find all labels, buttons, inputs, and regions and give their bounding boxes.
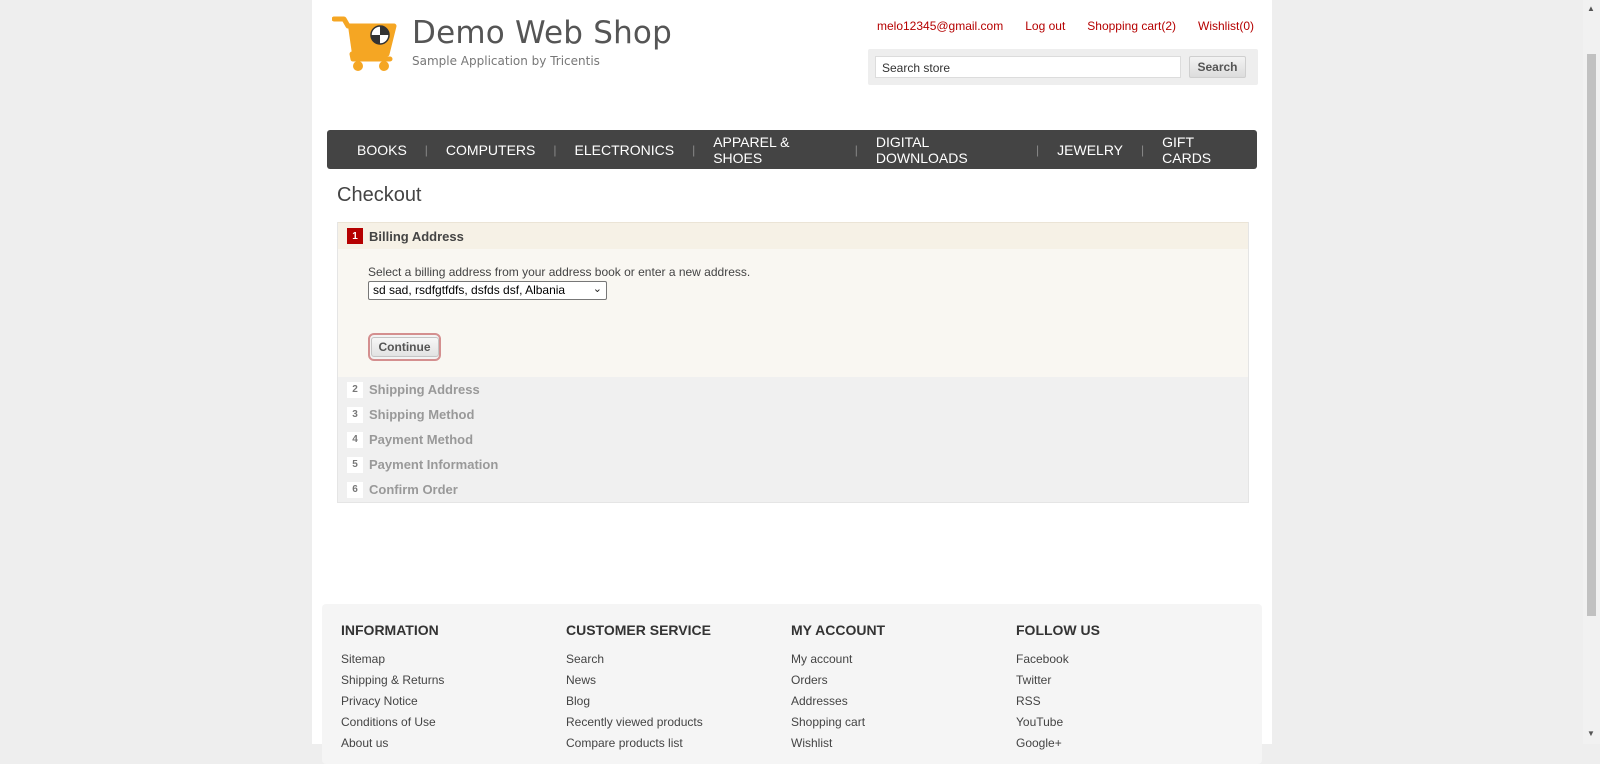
nav-separator: |: [553, 142, 557, 157]
footer-column-title: FOLLOW US: [1016, 622, 1100, 638]
step-header: 2 Shipping Address: [338, 377, 1248, 402]
step-header: 3 Shipping Method: [338, 402, 1248, 427]
step-title: Payment Information: [369, 457, 499, 472]
footer-link-orders[interactable]: Orders: [791, 673, 885, 694]
billing-address-select[interactable]: sd sad, rsdfgtfdfs, dsfds dsf, Albania ⌄: [368, 281, 607, 300]
search-box: Search store Search: [868, 49, 1258, 85]
footer-column-follow-us: FOLLOW US Facebook Twitter RSS YouTube G…: [1016, 622, 1100, 757]
logo-subtitle: Sample Application by Tricentis: [412, 54, 600, 68]
scroll-down-arrow-icon[interactable]: ▼: [1587, 729, 1595, 738]
nav-item-digital-downloads[interactable]: DIGITAL DOWNLOADS: [862, 134, 1032, 166]
scroll-up-arrow-icon[interactable]: ▲: [1587, 4, 1595, 13]
step-header: 5 Payment Information: [338, 452, 1248, 477]
step-number: 6: [347, 481, 363, 498]
step-title: Billing Address: [369, 228, 464, 244]
footer-link-my-account[interactable]: My account: [791, 652, 885, 673]
wishlist-link[interactable]: Wishlist(0): [1198, 19, 1254, 33]
footer-link-shopping-cart[interactable]: Shopping cart: [791, 715, 885, 736]
footer-link-about-us[interactable]: About us: [341, 736, 444, 757]
footer-link-conditions-of-use[interactable]: Conditions of Use: [341, 715, 444, 736]
step-number: 2: [347, 381, 363, 398]
checkout-steps: 1 Billing Address Select a billing addre…: [337, 222, 1249, 503]
continue-button[interactable]: Continue: [368, 333, 441, 361]
nav-item-apparel-shoes[interactable]: APPAREL & SHOES: [699, 134, 851, 166]
step-title: Payment Method: [369, 432, 474, 447]
footer-column-title: MY ACCOUNT: [791, 622, 886, 638]
nav-item-books[interactable]: BOOKS: [343, 142, 421, 158]
footer-column-information: INFORMATION Sitemap Shipping & Returns P…: [341, 622, 444, 757]
nav-item-computers[interactable]: COMPUTERS: [432, 142, 549, 158]
nav-item-gift-cards[interactable]: GIFT CARDS: [1148, 134, 1257, 166]
step-payment-method: 4 Payment Method: [338, 427, 1248, 452]
footer-link-addresses[interactable]: Addresses: [791, 694, 885, 715]
logout-link[interactable]: Log out: [1025, 19, 1065, 33]
header-links: melo12345@gmail.com Log out Shopping car…: [877, 19, 1254, 33]
step-number: 1: [347, 228, 363, 244]
step-header: 6 Confirm Order: [338, 477, 1248, 502]
step-payment-information: 5 Payment Information: [338, 452, 1248, 477]
billing-address-panel: Select a billing address from your addre…: [338, 249, 1248, 377]
footer-column-my-account: MY ACCOUNT My account Orders Addresses S…: [791, 622, 885, 757]
step-number: 5: [347, 456, 363, 473]
footer-column-customer-service: CUSTOMER SERVICE Search News Blog Recent…: [566, 622, 711, 757]
footer-link-twitter[interactable]: Twitter: [1016, 673, 1100, 694]
footer-link-compare-products[interactable]: Compare products list: [566, 736, 711, 757]
step-billing-address: 1 Billing Address Select a billing addre…: [338, 222, 1248, 377]
page-title: Checkout: [337, 184, 422, 206]
footer-column-title: INFORMATION: [341, 622, 439, 638]
footer-link-sitemap[interactable]: Sitemap: [341, 652, 444, 673]
billing-hint: Select a billing address from your addre…: [368, 265, 751, 279]
step-number: 3: [347, 406, 363, 423]
site-logo[interactable]: Demo Web Shop Sample Application by Tric…: [332, 16, 672, 72]
continue-label: Continue: [370, 337, 439, 357]
footer-link-blog[interactable]: Blog: [566, 694, 711, 715]
footer-link-search[interactable]: Search: [566, 652, 711, 673]
nav-item-jewelry[interactable]: JEWELRY: [1043, 142, 1137, 158]
footer-link-news[interactable]: News: [566, 673, 711, 694]
nav-separator: |: [692, 142, 696, 157]
footer-link-wishlist[interactable]: Wishlist: [791, 736, 885, 757]
step-header[interactable]: 1 Billing Address: [338, 222, 1248, 249]
account-link[interactable]: melo12345@gmail.com: [877, 19, 1003, 33]
step-shipping-method: 3 Shipping Method: [338, 402, 1248, 427]
top-menu: BOOKS | COMPUTERS | ELECTRONICS | APPARE…: [327, 130, 1257, 169]
step-confirm-order: 6 Confirm Order: [338, 477, 1248, 502]
nav-separator: |: [424, 142, 428, 157]
step-title: Shipping Method: [369, 407, 475, 422]
page-container: Demo Web Shop Sample Application by Tric…: [312, 0, 1272, 764]
search-input[interactable]: Search store: [875, 56, 1181, 78]
search-button[interactable]: Search: [1189, 56, 1246, 78]
footer-link-rss[interactable]: RSS: [1016, 694, 1100, 715]
step-shipping-address: 2 Shipping Address: [338, 377, 1248, 402]
nav-separator: |: [854, 142, 858, 157]
step-header: 4 Payment Method: [338, 427, 1248, 452]
chevron-down-icon: ⌄: [592, 283, 602, 295]
nav-separator: |: [1141, 142, 1145, 157]
footer-link-privacy-notice[interactable]: Privacy Notice: [341, 694, 444, 715]
footer-column-title: CUSTOMER SERVICE: [566, 622, 711, 638]
footer-link-google-plus[interactable]: Google+: [1016, 736, 1100, 757]
footer-link-recently-viewed[interactable]: Recently viewed products: [566, 715, 711, 736]
scrollbar-thumb[interactable]: [1587, 54, 1596, 616]
step-title: Shipping Address: [369, 382, 480, 397]
footer-link-youtube[interactable]: YouTube: [1016, 715, 1100, 736]
shopping-cart-logo-icon: [332, 16, 397, 71]
inactive-steps: 2 Shipping Address 3 Shipping Method 4 P…: [338, 377, 1248, 502]
shopping-cart-link[interactable]: Shopping cart(2): [1087, 19, 1176, 33]
step-title: Confirm Order: [369, 482, 458, 497]
selected-address: sd sad, rsdfgtfdfs, dsfds dsf, Albania: [373, 283, 566, 297]
nav-separator: |: [1036, 142, 1040, 157]
nav-item-electronics[interactable]: ELECTRONICS: [561, 142, 689, 158]
footer: INFORMATION Sitemap Shipping & Returns P…: [322, 604, 1262, 764]
vertical-scrollbar[interactable]: ▲ ▼: [1583, 0, 1600, 744]
footer-link-shipping-returns[interactable]: Shipping & Returns: [341, 673, 444, 694]
step-number: 4: [347, 431, 363, 448]
footer-link-facebook[interactable]: Facebook: [1016, 652, 1100, 673]
logo-title: Demo Web Shop: [412, 15, 672, 51]
